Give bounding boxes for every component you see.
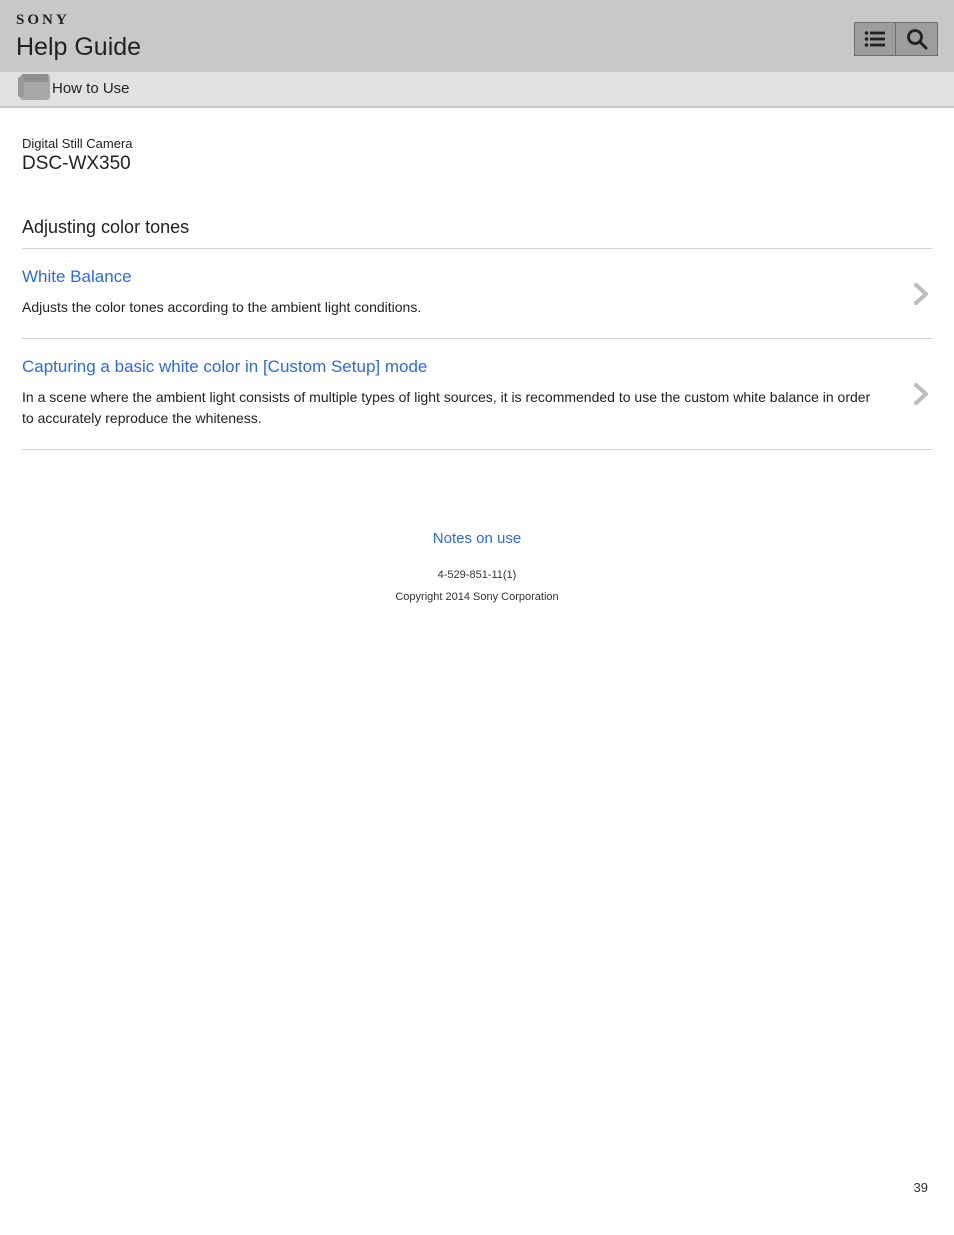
subheader-label: How to Use — [52, 80, 130, 97]
product-model: DSC-WX350 — [22, 153, 932, 175]
footer-code: 4-529-851-11(1) — [22, 569, 932, 581]
article-link[interactable]: White Balance — [22, 267, 932, 287]
product-category: Digital Still Camera — [22, 136, 932, 151]
menu-button[interactable] — [854, 22, 896, 56]
chevron-right-icon — [914, 282, 930, 306]
subheader-bar: How to Use — [0, 72, 954, 108]
article-description: Adjusts the color tones according to the… — [22, 297, 932, 318]
chevron-right-icon — [914, 382, 930, 406]
section-title: Adjusting color tones — [22, 217, 932, 249]
header-icons — [854, 22, 938, 56]
article-item[interactable]: Capturing a basic white color in [Custom… — [22, 339, 932, 450]
brand-logo: SONY — [16, 12, 938, 29]
page-title: Help Guide — [16, 33, 938, 62]
header-bar: SONY Help Guide — [0, 0, 954, 72]
list-icon — [864, 30, 886, 48]
page-number: 39 — [914, 1180, 928, 1195]
footer-copyright: Copyright 2014 Sony Corporation — [22, 591, 932, 603]
article-link[interactable]: Capturing a basic white color in [Custom… — [22, 357, 932, 377]
footer: Notes on use 4-529-851-11(1) Copyright 2… — [22, 530, 932, 623]
article-item[interactable]: White Balance Adjusts the color tones ac… — [22, 249, 932, 339]
article-description: In a scene where the ambient light consi… — [22, 387, 932, 429]
search-icon — [906, 28, 928, 50]
notes-on-use-link[interactable]: Notes on use — [22, 530, 932, 547]
search-button[interactable] — [896, 22, 938, 56]
book-badge-icon — [16, 74, 54, 104]
content-area: Digital Still Camera DSC-WX350 Adjusting… — [0, 108, 954, 623]
